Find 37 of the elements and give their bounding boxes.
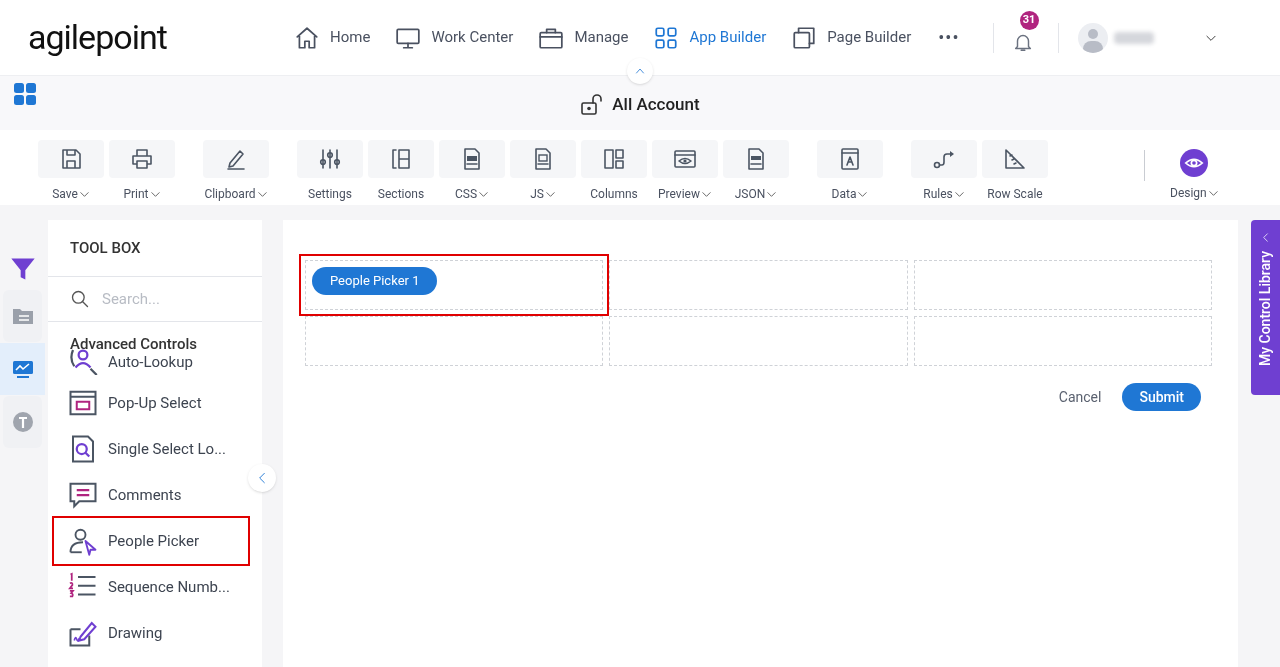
toolbar-label: JSON [734, 186, 766, 203]
toolbox-item[interactable]: Pop-Up Select [54, 380, 248, 426]
toolbar-label: CSS [454, 186, 478, 203]
toolbar-label: JS [530, 186, 544, 203]
submit-button[interactable]: Submit [1122, 383, 1201, 411]
toolbox-item[interactable]: People Picker [54, 518, 248, 564]
logo[interactable]: agilepoint [28, 12, 268, 63]
nav-link[interactable]: Home [294, 24, 371, 51]
control-chip[interactable]: People Picker 1 [312, 267, 438, 295]
toolbox-item[interactable]: Sequence Numb... [54, 564, 248, 610]
toolbar-label: Save [52, 186, 78, 203]
toolbox-item[interactable]: Drawing [54, 610, 248, 656]
toolbar-label: Print [123, 186, 149, 203]
search-field[interactable]: Search... [102, 287, 242, 311]
more-button[interactable]: ••• [938, 24, 960, 51]
toolbar-label: Rules [923, 186, 953, 203]
toolbar-label: Design [1170, 185, 1207, 202]
toolbar-label: Data [831, 186, 857, 203]
toolbox-item[interactable]: Auto-Lookup [54, 351, 248, 380]
toolbar-label: Preview [658, 186, 700, 203]
toolbar-label: Clipboard [204, 186, 256, 203]
page-title: All Account [612, 92, 700, 116]
panel-title: TOOL BOX [48, 220, 262, 277]
toolbar-label: Row Scale [987, 186, 1043, 203]
toolbox-item[interactable]: Comments [54, 472, 248, 518]
section-heading: Advanced Controls [69, 334, 199, 353]
nav-link[interactable]: Manage [538, 24, 629, 51]
toolbar-label: Columns [590, 186, 638, 203]
notification-badge: 31 [1019, 10, 1039, 30]
nav-link[interactable]: App Builder [653, 24, 767, 51]
nav-link[interactable]: Work Center [395, 24, 514, 51]
toolbar-label: Sections [377, 186, 425, 203]
toolbox-item[interactable]: Single Select Lo... [54, 426, 248, 472]
nav-link[interactable]: Page Builder [791, 24, 912, 51]
cancel-link[interactable]: Cancel [1058, 386, 1102, 408]
toolbar-label: Settings [308, 186, 352, 203]
library-tab[interactable]: My Control Library [1251, 220, 1280, 395]
